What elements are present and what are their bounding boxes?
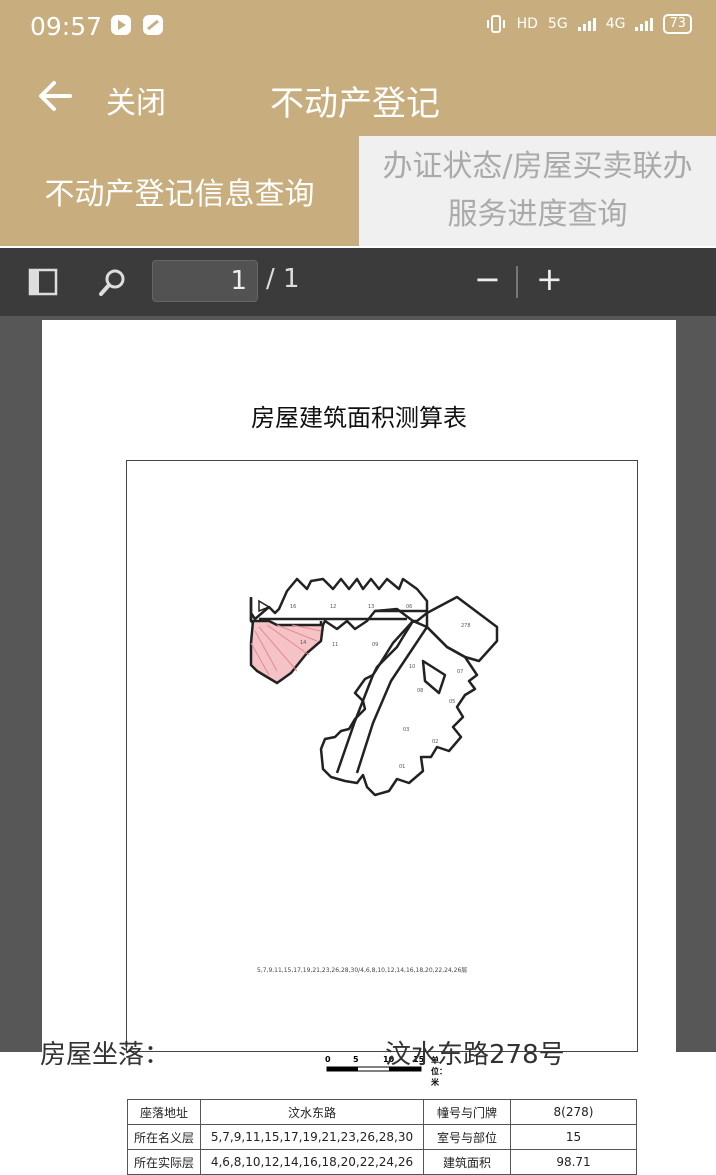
back-arrow-icon[interactable]: [36, 78, 74, 114]
room-label: 01: [399, 764, 405, 770]
vibrate-icon: [486, 15, 505, 33]
page-number-input[interactable]: 1: [152, 260, 258, 302]
room-label: 02: [432, 739, 438, 745]
nav-bar: 关闭 不动产登记: [0, 56, 716, 136]
table-cell: 8(278): [510, 1099, 637, 1125]
table-row: 所在名义层 5,7,9,11,15,17,19,21,23,26,28,30 室…: [127, 1124, 637, 1150]
table-row: 座落地址 汶水东路 幢号与门牌 8(278): [127, 1099, 637, 1125]
table-cell: 幢号与门牌: [423, 1099, 511, 1125]
4g-label: 4G: [605, 16, 626, 32]
zoom-divider: [516, 266, 518, 298]
tab-progress-query-line2: 服务进度查询: [447, 197, 628, 232]
tab-registration-query-label: 不动产登记信息查询: [44, 177, 315, 212]
scale-tick: 0: [325, 1055, 331, 1064]
floor-list: 5,7,9,11,15,17,19,21,23,26,28,30/4,6,8,1…: [257, 967, 468, 974]
table-row: 所在实际层 4,6,8,10,12,14,16,18,20,22,24,26 建…: [127, 1149, 637, 1175]
document-title: 房屋建筑面积测算表: [251, 404, 467, 432]
table-cell: 汶水东路: [200, 1099, 424, 1125]
pdf-page: 房屋建筑面积测算表 16 12 13 06 278 14 11 09 10 07…: [42, 320, 676, 1175]
table-cell: 室号与部位: [423, 1124, 511, 1150]
signal-icon-2: [635, 18, 654, 31]
pdf-toolbar: 1 / 1 − +: [0, 248, 716, 316]
room-label: 10: [409, 664, 415, 670]
tab-progress-query[interactable]: 办证状态/房屋买卖联办 服务进度查询: [359, 136, 716, 246]
property-info-table: 座落地址 汶水东路 幢号与门牌 8(278) 所在名义层 5,7,9,11,15…: [127, 1099, 637, 1175]
room-label: 11: [332, 642, 338, 648]
room-label: 13: [368, 604, 374, 610]
scale-tick: 5: [353, 1055, 359, 1064]
status-right: HD 5G 4G 73: [485, 14, 692, 34]
room-label: 03: [403, 727, 409, 733]
table-cell: 所在名义层: [127, 1124, 201, 1150]
table-cell: 座落地址: [127, 1099, 201, 1125]
signal-icon: [577, 18, 596, 31]
table-cell: 所在实际层: [127, 1149, 201, 1175]
room-label: 278: [461, 623, 471, 629]
sidebar-toggle-icon[interactable]: [28, 268, 58, 296]
address-value: 汶水东路278号: [385, 1040, 565, 1070]
room-label: 06: [406, 604, 412, 610]
tab-progress-query-line1: 办证状态/房屋买卖联办: [382, 149, 693, 184]
table-cell: 5,7,9,11,15,17,19,21,23,26,28,30: [200, 1124, 424, 1150]
link-app-icon: [143, 15, 163, 35]
drawing-frame: 16 12 13 06 278 14 11 09 10 07 08 05 03 …: [126, 460, 638, 1175]
room-label: 12: [330, 604, 336, 610]
status-bar: 09:57 HD 5G 4G 73: [0, 0, 716, 56]
room-label: 09: [372, 642, 378, 648]
battery-indicator: 73: [663, 14, 692, 34]
status-time: 09:57: [30, 12, 103, 41]
search-icon[interactable]: [98, 268, 128, 298]
5g-label: 5G: [547, 16, 568, 32]
room-label: 08: [417, 688, 423, 694]
page-total: / 1: [266, 264, 300, 294]
floor-plan-drawing: 16 12 13 06 278 14 11 09 10 07 08 05 03 …: [249, 577, 499, 797]
room-label: 07: [457, 669, 463, 675]
address-label: 房屋坐落：: [40, 1040, 171, 1070]
zoom-in-button[interactable]: +: [536, 260, 563, 298]
page-title: 不动产登记: [270, 84, 440, 124]
status-app-icons: [110, 14, 164, 36]
video-app-icon: [111, 15, 131, 35]
close-button[interactable]: 关闭: [106, 78, 166, 122]
tab-bar: 不动产登记信息查询 办证状态/房屋买卖联办 服务进度查询: [0, 136, 716, 246]
table-cell: 15: [510, 1124, 637, 1150]
zoom-out-button[interactable]: −: [474, 260, 501, 298]
room-label: 05: [449, 699, 455, 705]
hd-label: HD: [516, 16, 538, 32]
room-label: 16: [290, 604, 296, 610]
pdf-viewer: 1 / 1 − + 房屋建筑面积测算表 16 12 13 06 278 14 1…: [0, 248, 716, 1175]
table-cell: 4,6,8,10,12,14,16,18,20,22,24,26: [200, 1149, 424, 1175]
room-label: 14: [300, 640, 306, 646]
table-cell: 建筑面积: [423, 1149, 511, 1175]
tab-registration-query[interactable]: 不动产登记信息查询: [0, 136, 359, 246]
table-cell: 98.71: [510, 1149, 637, 1175]
